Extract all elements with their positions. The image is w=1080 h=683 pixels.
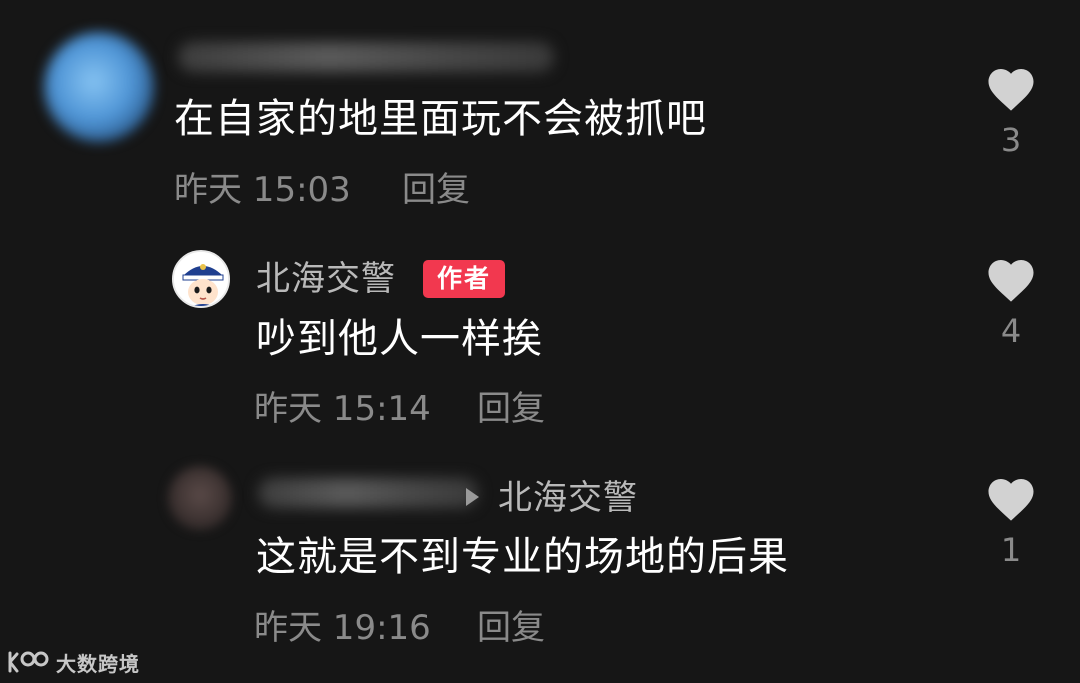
comment-timestamp: 昨天 15:14: [254, 389, 431, 429]
avatar[interactable]: [168, 466, 232, 530]
comment-timestamp: 昨天 15:03: [174, 170, 351, 210]
blurred-username[interactable]: [258, 478, 478, 508]
avatar[interactable]: [172, 250, 230, 308]
like-count: 3: [1000, 121, 1022, 159]
reply-to-name[interactable]: 北海交警: [498, 478, 638, 518]
reply-button[interactable]: 回复: [477, 608, 545, 648]
comment-text: 吵到他人一样挨: [256, 316, 543, 362]
watermark: 大数跨境: [6, 644, 140, 680]
reply-button[interactable]: 回复: [402, 170, 470, 210]
reply-button[interactable]: 回复: [477, 389, 545, 429]
watermark-text: 大数跨境: [56, 651, 140, 676]
author-name[interactable]: 北海交警: [256, 259, 396, 299]
comment-thread: 在自家的地里面玩不会被抓吧 昨天 15:03 回复 3 北海交警 作者 吵到他人…: [0, 0, 1080, 683]
author-badge: 作者: [423, 260, 505, 298]
heart-icon[interactable]: [984, 62, 1038, 112]
like-count: 1: [1000, 531, 1022, 569]
heart-icon[interactable]: [984, 253, 1038, 303]
comment-timestamp: 昨天 19:16: [254, 608, 431, 648]
blurred-username[interactable]: [178, 42, 554, 72]
heart-icon[interactable]: [984, 472, 1038, 522]
comment-text: 在自家的地里面玩不会被抓吧: [174, 96, 707, 142]
like-count: 4: [1000, 312, 1022, 350]
logo-icon: [8, 651, 49, 673]
avatar[interactable]: [44, 32, 154, 142]
comment-text: 这就是不到专业的场地的后果: [256, 534, 789, 580]
triangle-right-icon: [466, 488, 479, 506]
